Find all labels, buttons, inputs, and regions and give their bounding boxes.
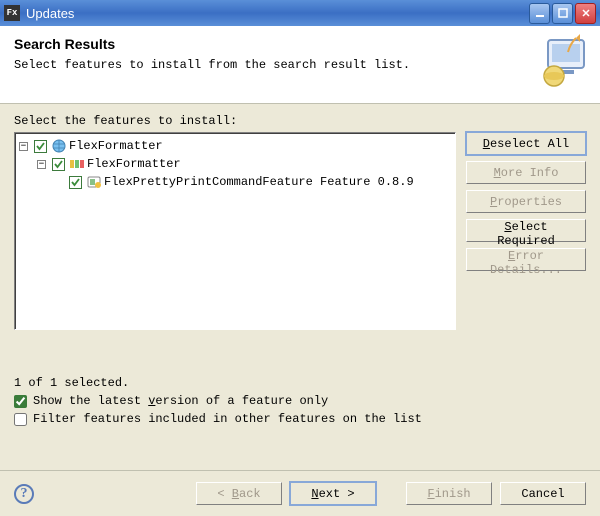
tree-node-root[interactable]: − FlexFormatter (19, 137, 451, 155)
filter-included-checkbox[interactable]: Filter features included in other featur… (14, 412, 586, 426)
window-controls (529, 3, 596, 24)
footer-bar: ? < Back Next > Finish Cancel (0, 470, 600, 516)
back-button: < Back (196, 482, 282, 505)
instruction-label: Select the features to install: (14, 114, 586, 128)
checkbox-label: Filter features included in other featur… (33, 412, 422, 426)
collapse-icon[interactable]: − (19, 142, 28, 151)
tree-node-feature[interactable]: FlexPrettyPrintCommandFeature Feature 0.… (67, 173, 451, 191)
finish-button: Finish (406, 482, 492, 505)
next-button[interactable]: Next > (290, 482, 376, 505)
checkbox-icon[interactable] (69, 176, 82, 189)
checkbox-input[interactable] (14, 395, 27, 408)
checkbox-label: Show the latest version of a feature onl… (33, 394, 328, 408)
update-wizard-icon (534, 34, 590, 94)
main-area: Select the features to install: − FlexFo… (0, 104, 600, 330)
maximize-button[interactable] (552, 3, 573, 24)
show-latest-checkbox[interactable]: Show the latest version of a feature onl… (14, 394, 586, 408)
dialog-content: Search Results Select features to instal… (0, 26, 600, 516)
close-button[interactable] (575, 3, 596, 24)
selection-count-label: 1 of 1 selected. (14, 376, 586, 390)
tree-node-label: FlexPrettyPrintCommandFeature Feature 0.… (104, 173, 414, 191)
collapse-icon[interactable]: − (37, 160, 46, 169)
site-icon (51, 138, 67, 154)
tree-node-group[interactable]: − FlexFormatter (37, 155, 451, 173)
category-icon (69, 156, 85, 172)
checkbox-icon[interactable] (34, 140, 47, 153)
feature-icon (86, 174, 102, 190)
more-info-button: More Info (466, 161, 586, 184)
checkbox-input[interactable] (14, 413, 27, 426)
error-details-button: Error Details... (466, 248, 586, 271)
deselect-all-button[interactable]: Deselect All (466, 132, 586, 155)
app-icon: Fx (4, 5, 20, 21)
checkbox-icon[interactable] (52, 158, 65, 171)
select-required-button[interactable]: Select Required (466, 219, 586, 242)
help-icon[interactable]: ? (14, 484, 34, 504)
header-panel: Search Results Select features to instal… (0, 26, 600, 104)
page-subtitle: Select features to install from the sear… (14, 58, 586, 72)
tree-node-label: FlexFormatter (87, 155, 181, 173)
tree-node-label: FlexFormatter (69, 137, 163, 155)
properties-button: Properties (466, 190, 586, 213)
features-tree[interactable]: − FlexFormatter − (14, 132, 456, 330)
status-area: 1 of 1 selected. Show the latest version… (14, 376, 586, 426)
window-title: Updates (26, 6, 529, 21)
cancel-button[interactable]: Cancel (500, 482, 586, 505)
minimize-button[interactable] (529, 3, 550, 24)
side-button-bar: Deselect All More Info Properties Select… (466, 132, 586, 330)
page-title: Search Results (14, 36, 586, 52)
titlebar: Fx Updates (0, 0, 600, 26)
